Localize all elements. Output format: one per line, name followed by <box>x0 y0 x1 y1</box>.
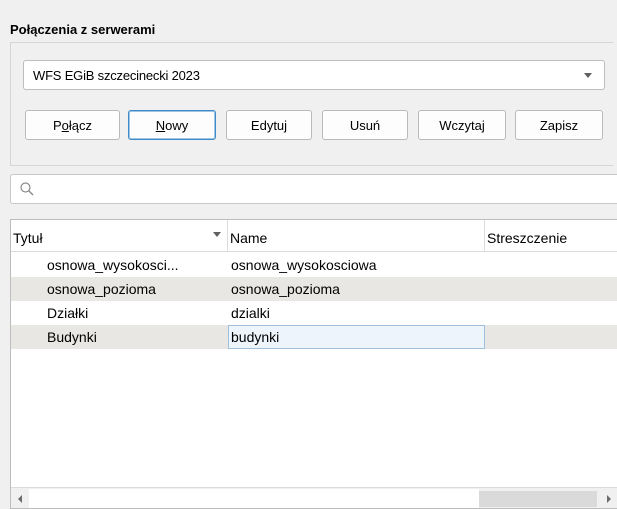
cell-title: Działki <box>47 305 89 321</box>
group-title: Połączenia z serwerami <box>10 22 156 37</box>
scrollbar-track[interactable] <box>29 489 479 508</box>
connect-button[interactable]: Po łącz <box>25 110 120 140</box>
scroll-left-icon[interactable] <box>18 495 22 503</box>
cell-name: osnowa_wysokosciowa <box>231 257 377 273</box>
cell-abstract <box>487 277 617 301</box>
layers-table[interactable]: Tytuł Name Streszczenie osnowa_wysokosci… <box>10 219 617 509</box>
connection-select[interactable]: WFS EGiB szczecinecki 2023 <box>23 60 605 90</box>
cell-name: osnowa_pozioma <box>231 281 340 297</box>
table-header: Tytuł Name Streszczenie <box>11 220 617 252</box>
cell-abstract <box>487 325 617 349</box>
search-input[interactable] <box>41 179 605 201</box>
cell-abstract <box>487 301 617 325</box>
save-button[interactable]: Zapisz <box>515 110 603 140</box>
table-row[interactable]: osnowa_wysokosci... osnowa_wysokosciowa <box>11 253 617 277</box>
table-row[interactable]: Działki dzialki <box>11 301 617 325</box>
cell-title: osnowa_wysokosci... <box>47 257 179 273</box>
column-header-name[interactable]: Name <box>228 220 485 251</box>
chevron-down-icon <box>584 73 592 78</box>
load-button[interactable]: Wczytaj <box>418 110 506 140</box>
scrollbar-thumb[interactable] <box>479 491 597 507</box>
new-button[interactable]: Nowy <box>128 110 216 140</box>
search-field[interactable] <box>10 174 617 204</box>
search-icon <box>20 182 34 196</box>
cell-name: dzialki <box>231 305 270 321</box>
scroll-right-icon[interactable] <box>607 495 611 503</box>
cell-name-selected[interactable]: budynki <box>228 325 485 349</box>
column-header-abstract[interactable]: Streszczenie <box>485 220 617 251</box>
horizontal-scrollbar[interactable] <box>11 487 617 508</box>
cell-title: osnowa_pozioma <box>47 281 156 297</box>
sort-desc-icon <box>213 232 221 237</box>
table-row[interactable]: Budynki budynki <box>11 325 617 349</box>
column-header-title[interactable]: Tytuł <box>11 220 228 251</box>
delete-button[interactable]: Usuń <box>322 110 408 140</box>
table-row[interactable]: osnowa_pozioma osnowa_pozioma <box>11 277 617 301</box>
edit-button[interactable]: Edytuj <box>226 110 312 140</box>
cell-title: Budynki <box>47 329 97 345</box>
cell-abstract <box>487 253 617 277</box>
connection-select-value: WFS EGiB szczecinecki 2023 <box>33 67 200 83</box>
